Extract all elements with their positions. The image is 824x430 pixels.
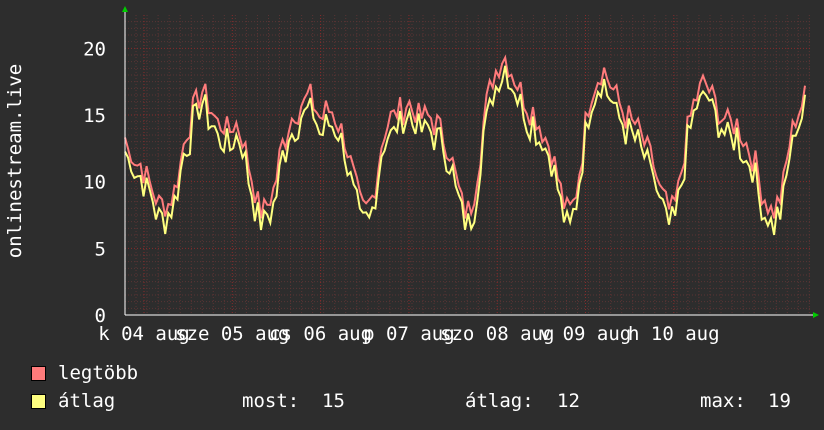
- y-axis-arrow: [122, 6, 128, 12]
- x-tick-label: szo 08 aug: [440, 323, 554, 345]
- x-tick-label: h 10 aug: [628, 323, 720, 345]
- legend-swatch-atlag: [31, 394, 46, 409]
- x-tick-label: cs 06 aug: [269, 323, 372, 345]
- stat-max-label: max:: [700, 390, 746, 412]
- y-tick-label: 10: [83, 172, 106, 194]
- series-line-atlag: [124, 65, 806, 236]
- y-tick-label: 20: [83, 38, 106, 60]
- stat-most-value: 15: [322, 390, 345, 412]
- legend-label-atlag: átlag: [58, 390, 116, 412]
- line-chart: 05101520k 04 augsze 05 augcs 06 augp 07 …: [83, 6, 819, 345]
- stat-atlag-value: 12: [557, 390, 580, 412]
- stat-max-value: 19: [768, 390, 791, 412]
- y-axis-label: onlinestream.live: [4, 63, 26, 259]
- y-tick-label: 5: [95, 238, 106, 260]
- legend-label-legtobb: legtöbb: [58, 362, 139, 384]
- stat-atlag-label: átlag:: [465, 390, 534, 412]
- legend-swatch-legtobb: [31, 366, 46, 381]
- x-axis-arrow: [813, 312, 819, 318]
- y-tick-label: 15: [83, 105, 106, 127]
- x-tick-label: v 09 aug: [540, 323, 632, 345]
- stat-most-label: most:: [242, 390, 300, 412]
